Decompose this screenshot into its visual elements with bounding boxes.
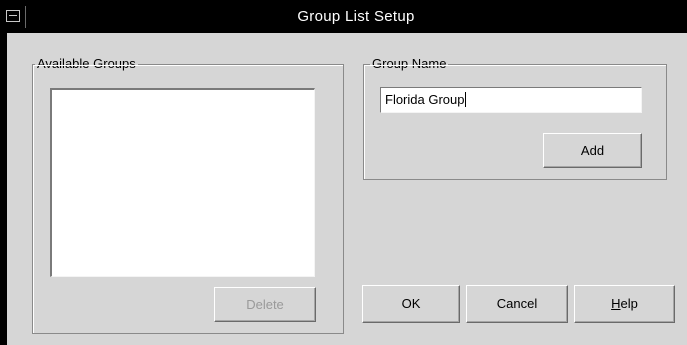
available-groups-panel: Available Groups Delete: [32, 56, 344, 334]
dialog-window: Group List Setup Available Groups Delete…: [0, 0, 687, 345]
window-menu-icon[interactable]: [6, 10, 20, 22]
group-name-legend: Group Name: [370, 56, 449, 72]
available-groups-legend: Available Groups: [35, 56, 138, 72]
help-label-rest: elp: [620, 296, 638, 311]
add-button[interactable]: Add: [543, 133, 642, 168]
dialog-body: Available Groups Delete Group Name Flori…: [7, 33, 687, 345]
help-mnemonic: H: [611, 296, 621, 311]
window-title: Group List Setup: [297, 8, 415, 25]
available-groups-list[interactable]: [50, 88, 315, 277]
group-name-value: Florida Group: [385, 92, 465, 107]
delete-button[interactable]: Delete: [214, 287, 316, 322]
ok-button[interactable]: OK: [362, 285, 460, 323]
help-button[interactable]: Help: [574, 285, 675, 323]
group-name-field[interactable]: Florida Group: [380, 87, 642, 113]
group-name-panel: Group Name Florida Group Add: [363, 56, 667, 180]
title-bar[interactable]: Group List Setup: [0, 0, 687, 33]
text-caret: [465, 92, 467, 107]
cancel-button[interactable]: Cancel: [466, 285, 568, 323]
